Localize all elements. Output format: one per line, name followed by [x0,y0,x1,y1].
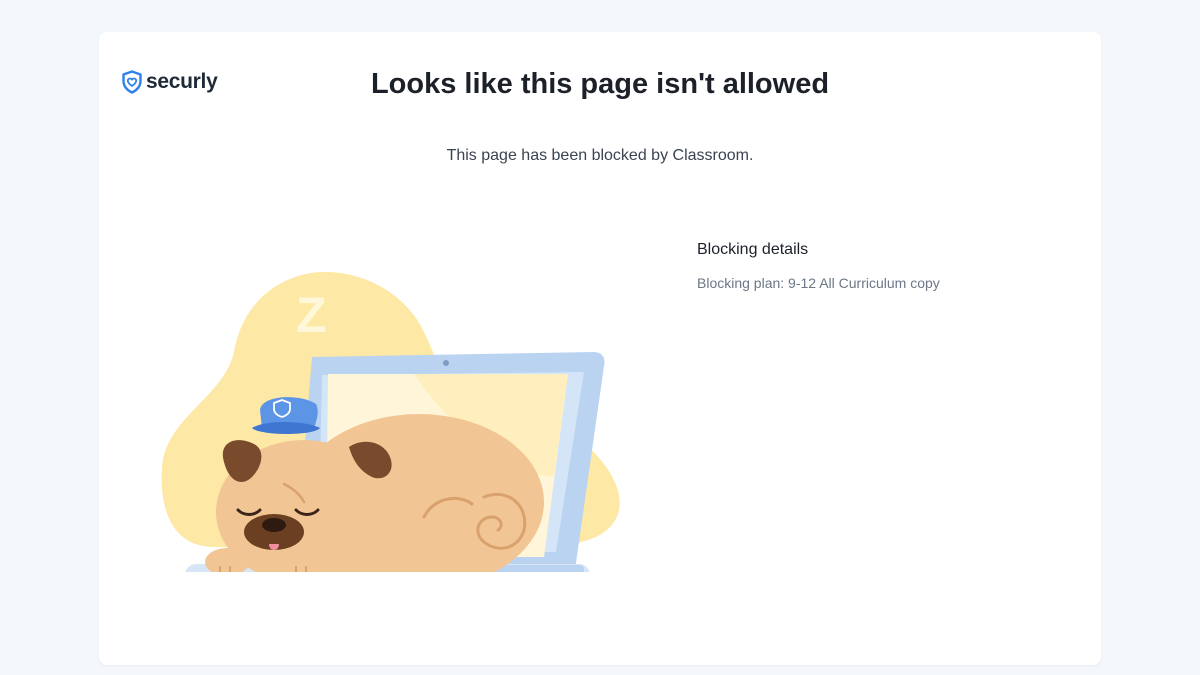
svg-text:Z: Z [296,287,327,343]
blocked-message: This page has been blocked by Classroom. [446,147,754,164]
blocking-plan: Blocking plan: 9-12 All Curriculum copy [697,275,940,291]
blocked-page-card: securly Looks like this page isn't allow… [99,32,1101,665]
sleep-z-icon: Z [296,287,327,343]
sleeping-pug-illustration: Z [154,232,634,595]
page-title: Looks like this page isn't allowed [370,68,830,100]
blocking-details-heading: Blocking details [697,241,809,258]
blocking-details: Blocking details Blocking plan: 9-12 All… [697,241,940,291]
